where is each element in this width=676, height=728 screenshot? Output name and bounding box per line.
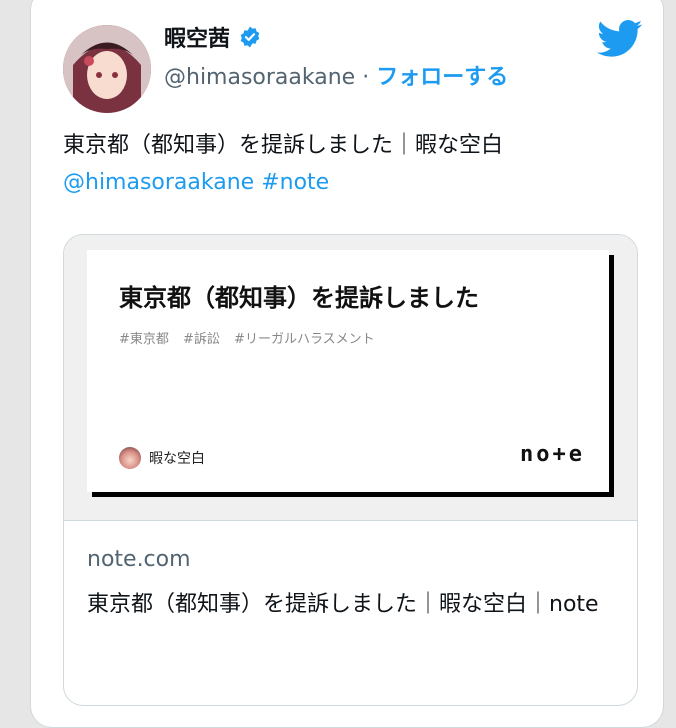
author-avatar-icon (119, 447, 141, 469)
avatar-image (63, 25, 151, 113)
note-title: 東京都（都知事）を提訴しました (119, 284, 479, 312)
card-image[interactable]: 東京都（都知事）を提訴しました #東京都 #訴訟 #リーガルハラスメント 暇な空… (64, 235, 637, 521)
author-name: 暇な空白 (149, 451, 205, 467)
handle[interactable]: @himasoraakane (164, 65, 355, 90)
twitter-bird-icon[interactable] (597, 19, 643, 59)
card-title: 東京都（都知事）を提訴しました｜暇な空白｜note (87, 592, 599, 617)
handle-line: @himasoraakane · フォローする (164, 59, 508, 91)
tweet-embed-card: 暇空茜 @himasoraakane · フォローする 東京都（都知事）を提訴し… (30, 0, 664, 728)
note-logo: no+e (520, 442, 585, 467)
display-name[interactable]: 暇空茜 (164, 21, 230, 53)
tweet-text: 東京都（都知事）を提訴しました｜暇な空白 @himasoraakane #not… (63, 127, 643, 201)
verified-badge-icon (240, 26, 260, 48)
follow-button[interactable]: フォローする (376, 65, 508, 90)
hashtag-link[interactable]: #note (261, 170, 329, 195)
tweet-text-line: 東京都（都知事）を提訴しました｜暇な空白 (63, 133, 504, 158)
tweet-links-line: @himasoraakane #note (63, 164, 643, 201)
tweet-header: 暇空茜 @himasoraakane · フォローする (63, 19, 643, 119)
note-author: 暇な空白 (119, 447, 205, 469)
avatar[interactable] (63, 25, 151, 113)
mention-link[interactable]: @himasoraakane (63, 170, 254, 195)
display-name-row: 暇空茜 (164, 21, 262, 53)
link-preview-card[interactable]: 東京都（都知事）を提訴しました #東京都 #訴訟 #リーガルハラスメント 暇な空… (63, 234, 638, 706)
separator: · (355, 65, 377, 90)
card-domain: note.com (87, 547, 191, 572)
note-tags: #東京都 #訴訟 #リーガルハラスメント (119, 332, 375, 347)
note-thumbnail: 東京都（都知事）を提訴しました #東京都 #訴訟 #リーガルハラスメント 暇な空… (87, 250, 609, 492)
